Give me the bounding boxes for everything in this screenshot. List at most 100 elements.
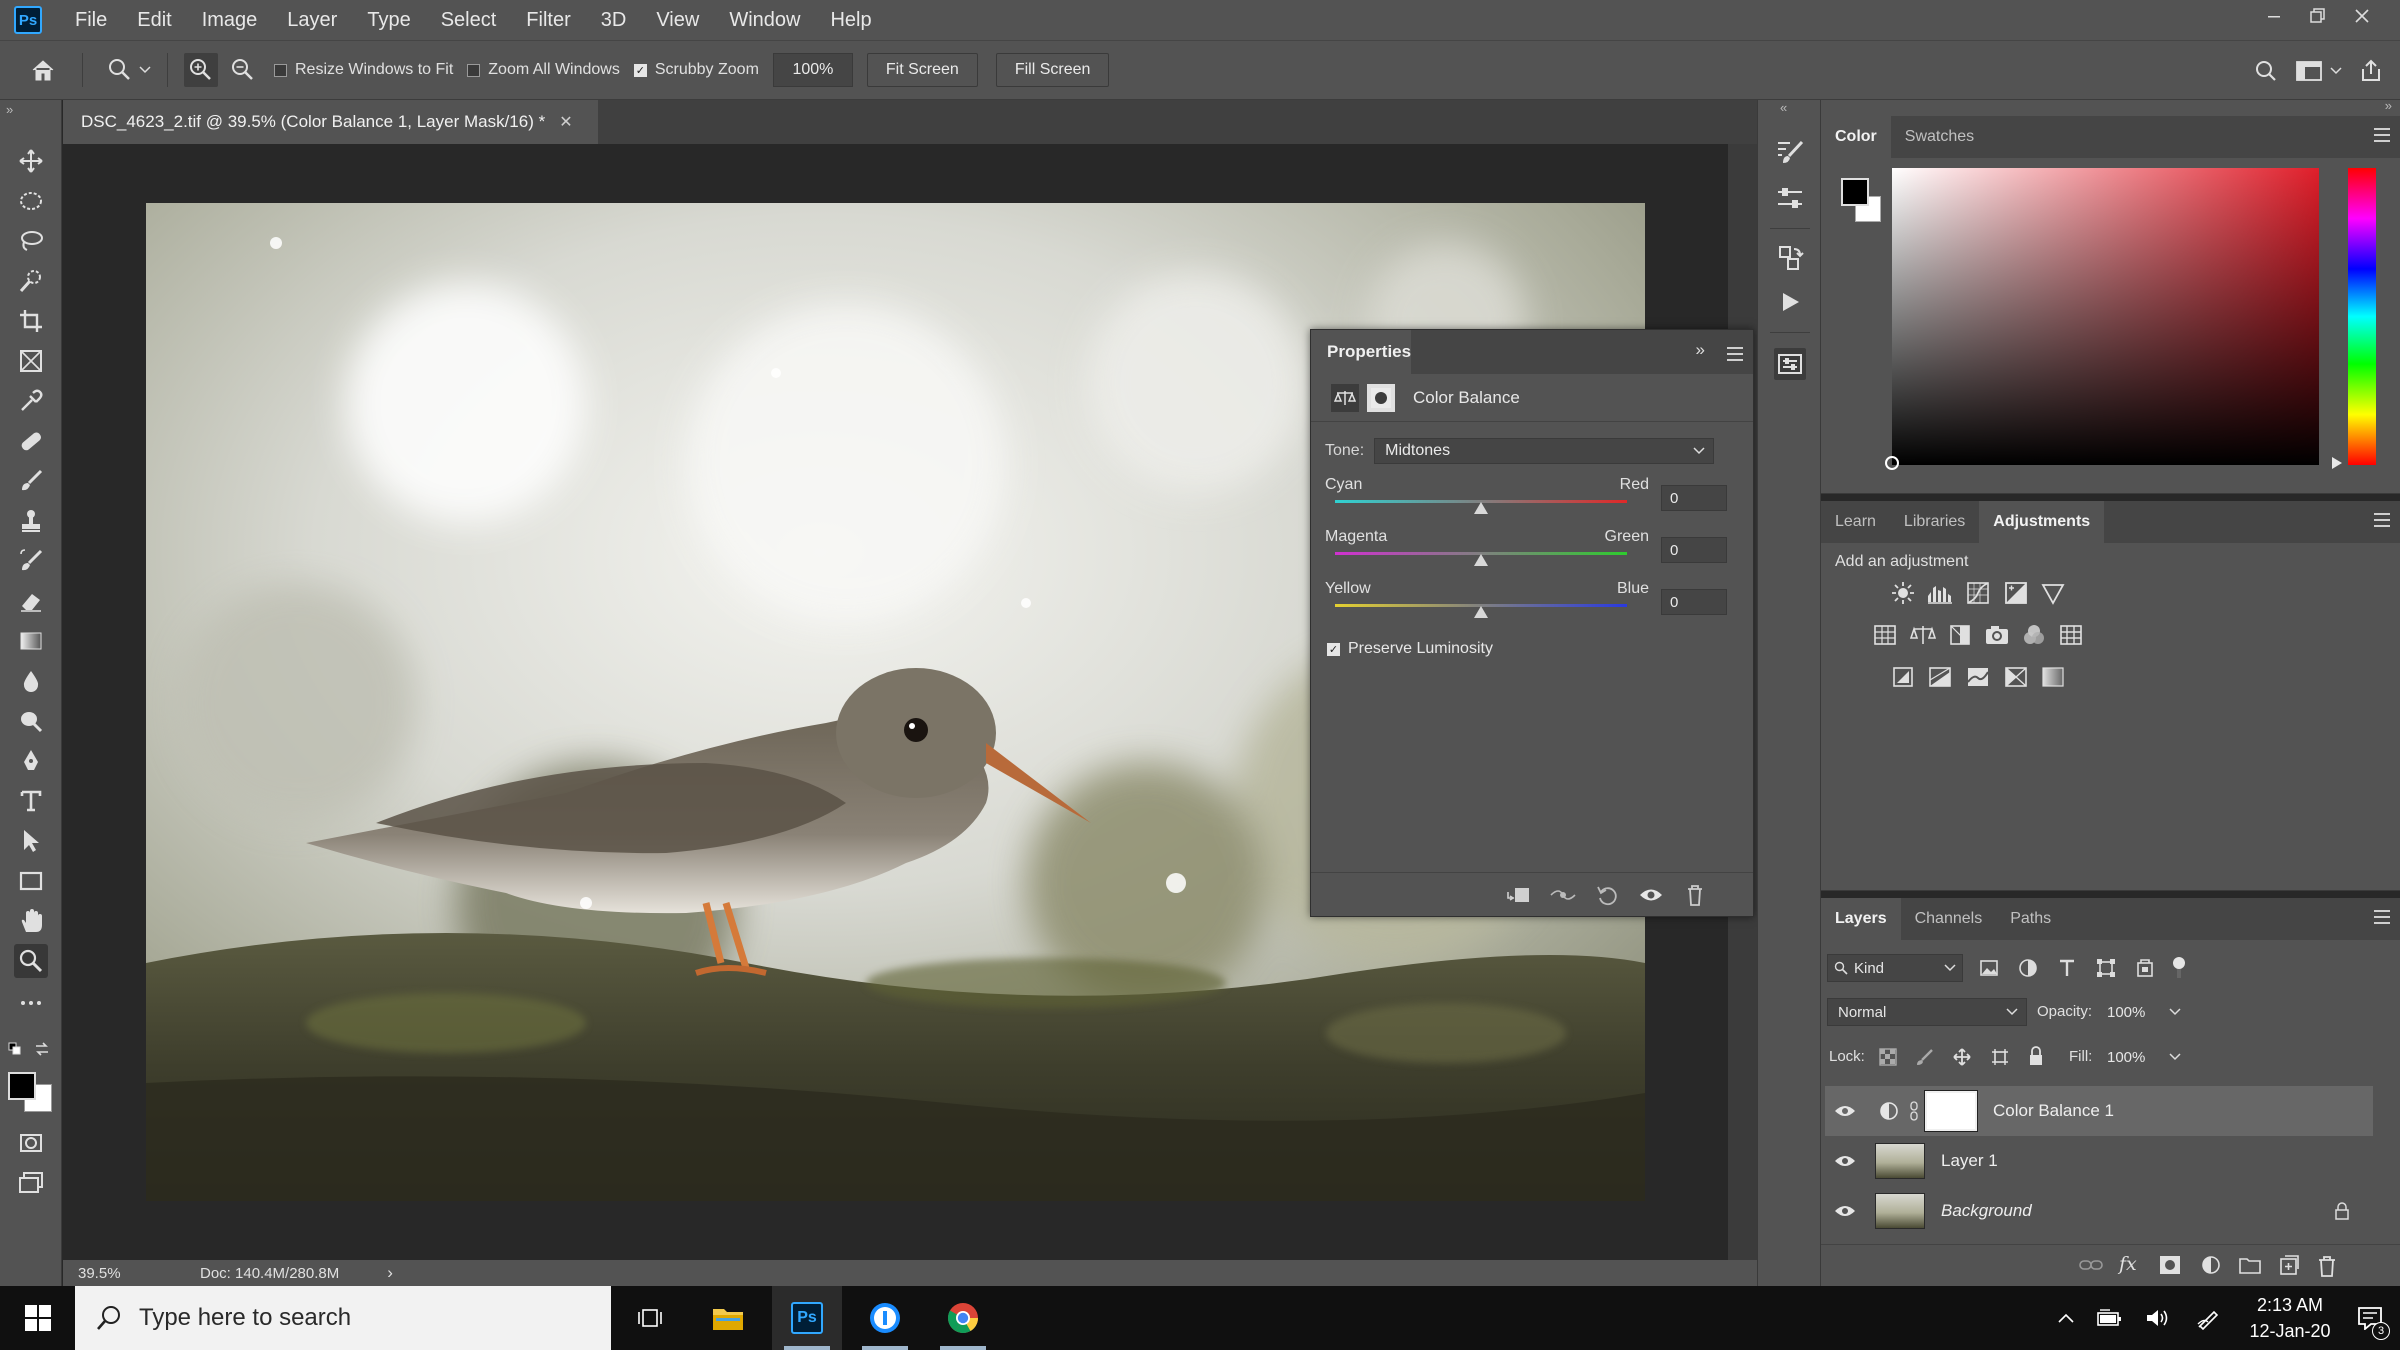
- workspace-icon[interactable]: [2296, 60, 2342, 82]
- eyedropper-tool-icon[interactable]: [14, 384, 48, 418]
- layer-visibility-eye-icon[interactable]: [1825, 1104, 1865, 1118]
- panel-menu-icon[interactable]: [1727, 347, 1743, 365]
- rectangle-tool-icon[interactable]: [14, 864, 48, 898]
- history-brush-tool-icon[interactable]: [14, 544, 48, 578]
- brightness-contrast-icon[interactable]: [1889, 579, 1917, 607]
- resize-windows-checkbox[interactable]: Resize Windows to Fit: [274, 61, 453, 79]
- black-white-icon[interactable]: [1946, 621, 1974, 649]
- panel-menu-icon[interactable]: [2374, 513, 2390, 531]
- zoom-tool-preset-icon[interactable]: [107, 57, 151, 83]
- layer-visibility-eye-icon[interactable]: [1825, 1154, 1865, 1168]
- filter-shape-icon[interactable]: [2096, 958, 2116, 978]
- default-colors-icon[interactable]: [8, 1042, 22, 1056]
- menu-select[interactable]: Select: [426, 9, 512, 32]
- hue-slider[interactable]: [2348, 168, 2376, 465]
- reset-adjustment-icon[interactable]: [1589, 877, 1625, 913]
- filter-toggle-icon[interactable]: [2171, 956, 2187, 980]
- lock-image-pixels-icon[interactable]: [1916, 1048, 1934, 1066]
- quick-selection-tool-icon[interactable]: [14, 264, 48, 298]
- vibrance-icon[interactable]: [2039, 579, 2067, 607]
- zoom-all-windows-checkbox[interactable]: Zoom All Windows: [467, 61, 620, 79]
- lock-all-icon[interactable]: [2028, 1046, 2044, 1066]
- battery-icon[interactable]: [2086, 1308, 2134, 1328]
- zoom-out-icon[interactable]: [226, 53, 260, 87]
- color-picker-field[interactable]: [1892, 168, 2319, 465]
- collapse-column-icon[interactable]: «: [1780, 100, 1787, 115]
- volume-icon[interactable]: [2134, 1307, 2182, 1329]
- cyan-red-value[interactable]: 0: [1661, 485, 1727, 511]
- lock-transparent-pixels-icon[interactable]: [1879, 1048, 1897, 1066]
- panel-menu-icon[interactable]: [2374, 910, 2390, 928]
- fill-screen-button[interactable]: Fill Screen: [995, 53, 1110, 87]
- move-tool-icon[interactable]: [14, 144, 48, 178]
- preserve-luminosity-checkbox[interactable]: ✓ Preserve Luminosity: [1327, 640, 1739, 658]
- history-icon[interactable]: [1774, 242, 1806, 274]
- layer-name[interactable]: Color Balance 1: [1993, 1101, 2114, 1121]
- taskbar-search-box[interactable]: Type here to search: [75, 1286, 611, 1350]
- frame-tool-icon[interactable]: [14, 344, 48, 378]
- layer-mask-link-icon[interactable]: [1909, 1101, 1921, 1121]
- foreground-color-swatch[interactable]: [8, 1072, 36, 1100]
- clock[interactable]: 2:13 AM 12-Jan-20: [2240, 1292, 2340, 1344]
- password-manager-icon[interactable]: [850, 1286, 920, 1350]
- eraser-tool-icon[interactable]: [14, 584, 48, 618]
- curves-icon[interactable]: [1964, 579, 1992, 607]
- layer-visibility-eye-icon[interactable]: [1825, 1204, 1865, 1218]
- magenta-green-thumb[interactable]: [1474, 554, 1488, 566]
- toolbar-collapse-icon[interactable]: »: [6, 102, 13, 117]
- layer-kind-filter[interactable]: Kind: [1827, 954, 1963, 982]
- dodge-tool-icon[interactable]: [14, 704, 48, 738]
- tone-select[interactable]: Midtones: [1374, 438, 1715, 464]
- tab-color[interactable]: Color: [1821, 116, 1891, 158]
- zoom-tool-icon[interactable]: [14, 944, 48, 978]
- collapse-panel-icon[interactable]: »: [1696, 340, 1705, 360]
- brush-settings-icon[interactable]: [1774, 136, 1806, 168]
- fit-screen-button[interactable]: Fit Screen: [866, 53, 978, 87]
- properties-title[interactable]: Properties: [1327, 342, 1411, 362]
- actions-play-icon[interactable]: [1774, 286, 1806, 318]
- pen-workspace-icon[interactable]: [2182, 1306, 2234, 1330]
- file-explorer-icon[interactable]: [693, 1286, 763, 1350]
- screen-mode-icon[interactable]: [14, 1166, 48, 1200]
- checkbox-checked[interactable]: ✓: [633, 63, 647, 77]
- photoshop-taskbar-icon[interactable]: Ps: [772, 1286, 842, 1350]
- menu-3d[interactable]: 3D: [586, 9, 642, 32]
- toggle-visibility-icon[interactable]: [1633, 877, 1669, 913]
- home-icon[interactable]: [28, 55, 58, 85]
- layer-row-color-balance[interactable]: Color Balance 1: [1825, 1086, 2373, 1136]
- layer-row-background[interactable]: Background: [1825, 1186, 2373, 1236]
- clone-stamp-tool-icon[interactable]: [14, 504, 48, 538]
- scrubby-zoom-checkbox[interactable]: ✓ Scrubby Zoom: [633, 61, 759, 79]
- fill-field[interactable]: 100%: [2101, 1043, 2185, 1071]
- layer-row-layer-1[interactable]: Layer 1: [1825, 1136, 2373, 1186]
- minimize-icon[interactable]: [2252, 0, 2296, 32]
- clip-to-layer-icon[interactable]: [1501, 877, 1537, 913]
- tab-learn[interactable]: Learn: [1821, 501, 1890, 543]
- restore-icon[interactable]: [2296, 0, 2340, 32]
- properties-panel-icon[interactable]: [1774, 348, 1806, 380]
- brush-tool-icon[interactable]: [14, 464, 48, 498]
- layer-thumbnail[interactable]: [1875, 1143, 1925, 1179]
- delete-adjustment-icon[interactable]: [1677, 877, 1713, 913]
- gradient-tool-icon[interactable]: [14, 624, 48, 658]
- threshold-icon[interactable]: [1964, 663, 1992, 691]
- lasso-tool-icon[interactable]: [14, 224, 48, 258]
- lock-position-icon[interactable]: [1953, 1048, 1971, 1066]
- tab-swatches[interactable]: Swatches: [1891, 116, 1988, 158]
- menu-file[interactable]: File: [60, 9, 122, 32]
- document-tab[interactable]: DSC_4623_2.tif @ 39.5% (Color Balance 1,…: [63, 100, 598, 144]
- blur-tool-icon[interactable]: [14, 664, 48, 698]
- collapse-dock-icon[interactable]: »: [2385, 98, 2392, 113]
- invert-icon[interactable]: [1889, 663, 1917, 691]
- quick-mask-icon[interactable]: [14, 1126, 48, 1160]
- menu-layer[interactable]: Layer: [272, 9, 352, 32]
- magenta-green-value[interactable]: 0: [1661, 537, 1727, 563]
- type-tool-icon[interactable]: [14, 784, 48, 818]
- color-balance-icon[interactable]: [1331, 383, 1359, 412]
- foreground-color-chip[interactable]: [1841, 178, 1869, 206]
- zoom-percent-field[interactable]: 100%: [772, 53, 853, 87]
- link-layers-icon[interactable]: [2079, 1257, 2103, 1273]
- layer-mask-thumbnail[interactable]: [1924, 1090, 1978, 1132]
- levels-icon[interactable]: [1926, 579, 1954, 607]
- menu-image[interactable]: Image: [187, 9, 273, 32]
